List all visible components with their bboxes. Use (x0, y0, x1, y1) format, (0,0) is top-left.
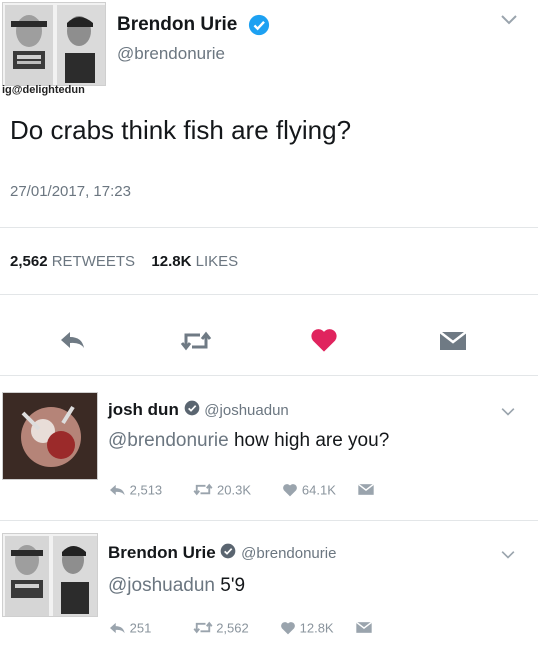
retweets-label: RETWEETS (51, 253, 136, 270)
author-handle[interactable]: @brendonurie (117, 44, 225, 64)
tweet-stats: 2,562 RETWEETS 12.8K LIKES (10, 253, 238, 270)
timestamp[interactable]: 27/01/2017, 17:23 (10, 183, 131, 200)
reply1-header: josh dun @joshuadun (108, 400, 289, 421)
avatar[interactable] (2, 2, 106, 86)
retweets-count[interactable]: 2,562 (10, 253, 48, 270)
heart-icon[interactable] (280, 621, 296, 638)
reply2-text: @joshuadun 5'9 (108, 575, 245, 597)
author-handle[interactable]: @brendonurie (241, 545, 336, 562)
reply2-actions: 251 2,562 12.8K (108, 620, 508, 638)
verified-badge-icon (220, 543, 236, 564)
author-name[interactable]: josh dun (108, 400, 179, 419)
avatar[interactable] (2, 392, 98, 480)
reply-icon[interactable] (108, 483, 126, 500)
like-count: 64.1K (301, 482, 336, 498)
chevron-down-icon[interactable] (500, 10, 518, 31)
likes-label: LIKES (195, 253, 239, 270)
chevron-down-icon[interactable] (500, 404, 516, 422)
author-name[interactable]: Brendon Urie (108, 543, 216, 562)
author-handle[interactable]: @joshuadun (204, 402, 288, 419)
heart-icon[interactable] (310, 327, 338, 358)
heart-icon[interactable] (282, 483, 298, 500)
mention-link[interactable]: @joshuadun (108, 575, 215, 596)
reply-count: 251 (129, 620, 152, 636)
reply-body: how high are you? (228, 430, 390, 451)
reply1-actions: 2,513 20.3K 64.1K (108, 482, 508, 500)
retweet-count: 20.3K (217, 482, 252, 498)
watermark: ig@delightedun (2, 84, 85, 96)
avatar[interactable] (2, 533, 98, 617)
reply1-text: @brendonurie how high are you? (108, 430, 389, 452)
reply-body: 5'9 (214, 575, 246, 596)
author-name[interactable]: Brendon Urie (117, 14, 237, 36)
retweet-icon[interactable] (193, 482, 213, 500)
retweet-count: 2,562 (216, 620, 249, 636)
tweet-text: Do crabs think fish are flying? (10, 115, 352, 145)
verified-badge-icon (184, 400, 200, 421)
reply-icon[interactable] (58, 329, 86, 356)
reply-count: 2,513 (129, 482, 163, 498)
like-count: 12.8K (299, 620, 334, 636)
dm-icon[interactable] (355, 621, 373, 637)
reply2-header: Brendon Urie @brendonurie (108, 543, 336, 564)
retweet-icon[interactable] (193, 620, 213, 638)
dm-icon[interactable] (438, 330, 468, 357)
reply-icon[interactable] (108, 621, 126, 638)
verified-badge-icon (248, 14, 270, 41)
retweet-icon[interactable] (180, 329, 212, 358)
dm-icon[interactable] (357, 483, 375, 499)
mention-link[interactable]: @brendonurie (108, 430, 229, 451)
likes-count[interactable]: 12.8K (151, 253, 191, 270)
chevron-down-icon[interactable] (500, 547, 516, 565)
